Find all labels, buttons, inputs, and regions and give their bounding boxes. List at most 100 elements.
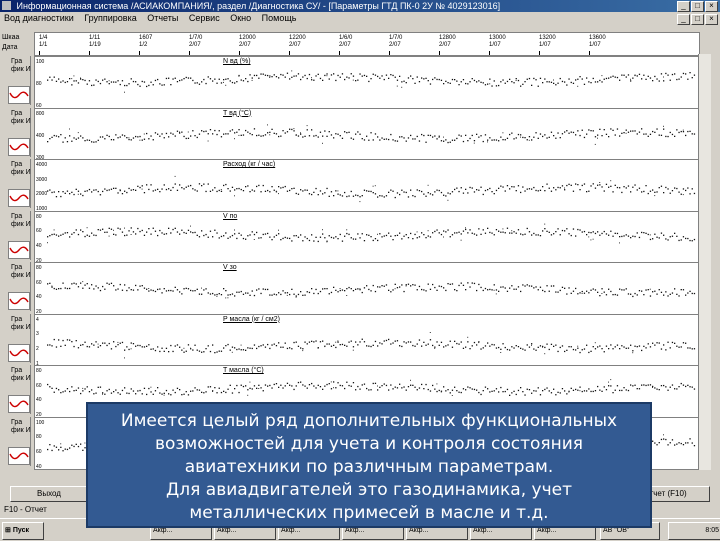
data-point bbox=[328, 195, 330, 197]
data-point bbox=[355, 340, 357, 343]
mdi-close-button[interactable]: × bbox=[705, 14, 718, 25]
data-point bbox=[625, 347, 627, 349]
data-point bbox=[676, 78, 678, 81]
data-point bbox=[295, 341, 297, 343]
data-point bbox=[405, 140, 407, 142]
data-point bbox=[176, 130, 179, 132]
graph-toggle-button[interactable]: Гра фик И bbox=[8, 107, 31, 157]
data-point bbox=[542, 346, 543, 348]
data-point bbox=[630, 384, 632, 386]
scale-label: 80 bbox=[36, 81, 42, 87]
menu-item-window[interactable]: Окно bbox=[226, 12, 255, 25]
data-point bbox=[141, 229, 143, 231]
data-point bbox=[548, 390, 550, 392]
data-point bbox=[240, 344, 242, 346]
data-point bbox=[458, 391, 460, 393]
data-point bbox=[330, 345, 333, 347]
data-point bbox=[47, 283, 49, 285]
graph-toggle-button[interactable]: Гра фик И bbox=[8, 313, 31, 363]
data-point bbox=[251, 388, 253, 390]
data-point bbox=[460, 239, 462, 241]
data-point bbox=[247, 131, 249, 133]
mini-graph-icon bbox=[8, 292, 30, 310]
data-point bbox=[121, 341, 124, 343]
data-point bbox=[447, 389, 449, 391]
data-point bbox=[524, 233, 526, 235]
data-point bbox=[143, 133, 145, 134]
exit-button[interactable]: Выход bbox=[10, 486, 88, 502]
graph-toggle-button[interactable]: Гра фик И bbox=[8, 159, 31, 208]
data-point bbox=[71, 140, 73, 142]
data-point bbox=[251, 79, 253, 81]
data-point bbox=[469, 347, 471, 349]
data-point bbox=[647, 75, 649, 77]
data-point bbox=[663, 128, 665, 130]
menu-item-help[interactable]: Помощь bbox=[258, 12, 301, 25]
menu-item-service[interactable]: Сервис bbox=[185, 12, 224, 25]
data-point bbox=[187, 343, 190, 345]
data-point bbox=[449, 283, 451, 285]
graph-toggle-button[interactable]: Гра фик И bbox=[8, 210, 31, 260]
graph-toggle-button[interactable]: Гра фик И bbox=[8, 262, 31, 311]
data-point bbox=[66, 338, 69, 340]
data-point bbox=[128, 138, 130, 140]
data-point bbox=[608, 381, 609, 383]
data-point bbox=[566, 393, 568, 395]
data-point bbox=[372, 73, 374, 75]
data-point bbox=[427, 184, 429, 186]
data-point bbox=[146, 184, 148, 186]
data-point bbox=[414, 386, 416, 388]
data-point bbox=[680, 442, 682, 444]
data-point bbox=[231, 392, 234, 394]
data-point bbox=[599, 295, 601, 297]
data-point bbox=[665, 237, 667, 240]
data-point bbox=[396, 85, 398, 87]
menu-item-diagnostics[interactable]: Вод диагностики bbox=[0, 12, 78, 25]
data-point bbox=[632, 349, 634, 351]
data-point bbox=[616, 344, 619, 346]
start-button[interactable]: ⊞ Пуск bbox=[2, 522, 44, 540]
data-point bbox=[278, 186, 280, 188]
data-point bbox=[403, 191, 405, 193]
graph-toggle-button[interactable]: Гра фик И bbox=[8, 56, 31, 105]
graph-toggle-button[interactable]: Гра фик И bbox=[8, 416, 31, 466]
graph-toggle-button[interactable]: Гра фик И bbox=[8, 365, 31, 414]
data-point bbox=[544, 290, 546, 293]
mdi-maximize-button[interactable]: □ bbox=[691, 14, 704, 25]
tick-top-label: 1/11 bbox=[89, 35, 101, 41]
data-point bbox=[306, 291, 308, 293]
data-point bbox=[124, 227, 125, 229]
window-titlebar[interactable]: Информационная система /АСИАКОМПАНИЯ/, р… bbox=[0, 0, 720, 12]
data-point bbox=[333, 381, 335, 383]
data-point bbox=[610, 127, 612, 130]
data-point bbox=[58, 135, 60, 137]
data-point bbox=[368, 234, 370, 236]
vertical-scrollbar[interactable] bbox=[698, 54, 711, 470]
maximize-button[interactable]: □ bbox=[691, 1, 704, 12]
close-button[interactable]: × bbox=[705, 1, 718, 12]
data-point bbox=[176, 81, 179, 83]
mdi-minimize-button[interactable]: _ bbox=[677, 14, 690, 25]
data-point bbox=[654, 75, 656, 78]
menu-item-grouping[interactable]: Группировка bbox=[80, 12, 140, 25]
data-point bbox=[324, 129, 326, 132]
data-point bbox=[401, 387, 403, 389]
data-point bbox=[225, 78, 227, 80]
data-point bbox=[456, 137, 458, 139]
data-point bbox=[654, 387, 656, 389]
data-point bbox=[484, 232, 487, 234]
data-point bbox=[410, 75, 412, 77]
data-point bbox=[313, 134, 315, 137]
data-point bbox=[253, 74, 256, 77]
data-point bbox=[610, 343, 612, 346]
data-point bbox=[509, 231, 511, 234]
menu-item-reports[interactable]: Отчеты bbox=[143, 12, 182, 25]
data-point bbox=[264, 133, 267, 135]
data-point bbox=[84, 341, 86, 343]
data-point bbox=[258, 236, 260, 239]
data-point bbox=[658, 80, 660, 82]
data-point bbox=[245, 129, 247, 131]
minimize-button[interactable]: _ bbox=[677, 1, 690, 12]
data-point bbox=[289, 78, 291, 80]
app-icon bbox=[2, 1, 11, 10]
